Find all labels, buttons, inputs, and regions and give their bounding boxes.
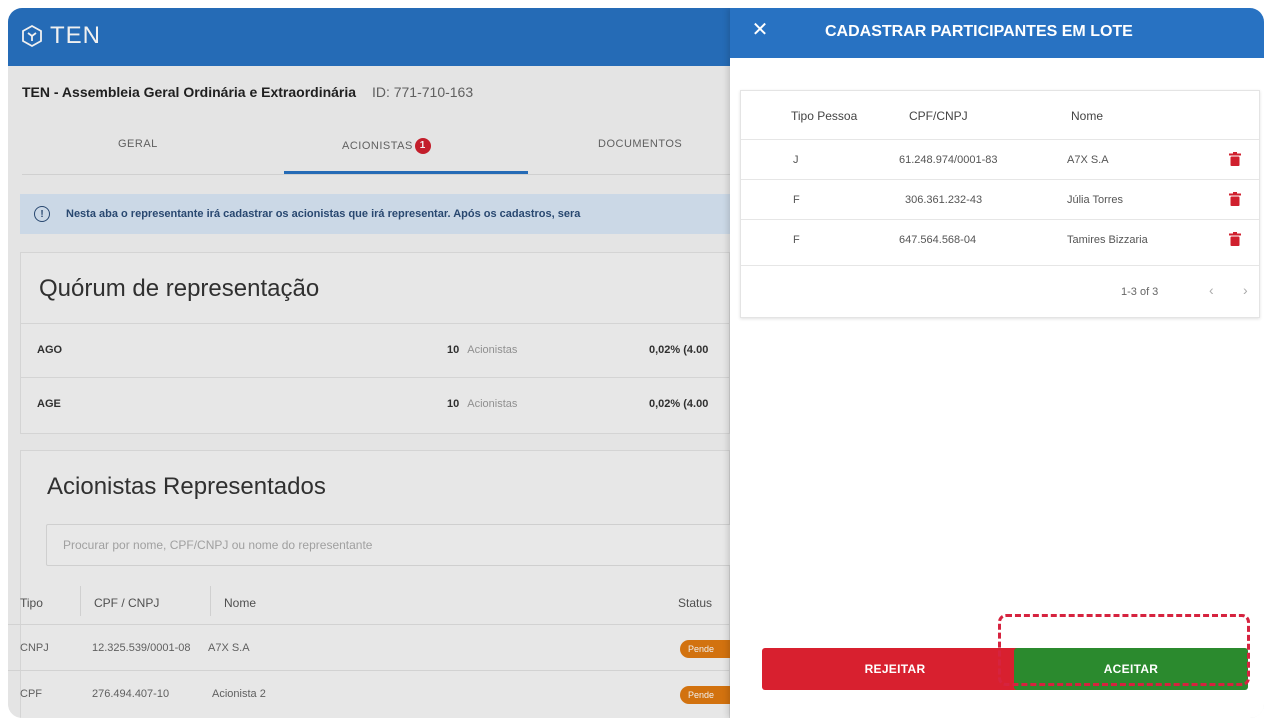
cell-nome: Júlia Torres: [1067, 194, 1124, 206]
column-header-cpf-cnpj[interactable]: CPF/CNPJ: [909, 109, 968, 123]
cell-tipo: F: [793, 234, 800, 246]
cell-nome: Tamires Bizzaria: [1067, 234, 1148, 246]
table-row: J 61.248.974/0001-83 A7X S.A: [741, 139, 1259, 180]
background-page: TEN TEN - Assembleia Geral Ordinária e E…: [8, 8, 730, 718]
table-row: F 306.361.232-43 Júlia Torres: [741, 179, 1259, 220]
app-frame: TEN TEN - Assembleia Geral Ordinária e E…: [8, 8, 1264, 718]
trash-icon[interactable]: [1229, 232, 1241, 246]
modal-overlay[interactable]: [8, 8, 730, 718]
reject-button[interactable]: REJEITAR: [762, 648, 1028, 690]
cell-tipo: F: [793, 194, 800, 206]
table-row: F 647.564.568-04 Tamires Bizzaria: [741, 219, 1259, 260]
chevron-left-icon[interactable]: ‹: [1209, 282, 1214, 298]
trash-icon[interactable]: [1229, 152, 1241, 166]
accept-highlight-box: [998, 614, 1250, 686]
batch-register-drawer: ✕ CADASTRAR PARTICIPANTES EM LOTE Tipo P…: [730, 8, 1264, 718]
cell-nome: A7X S.A: [1067, 154, 1109, 166]
cell-doc: 61.248.974/0001-83: [899, 154, 998, 166]
cell-tipo: J: [793, 154, 799, 166]
cell-doc: 647.564.568-04: [899, 234, 977, 246]
participants-table: Tipo Pessoa CPF/CNPJ Nome J 61.248.974/0…: [740, 90, 1260, 318]
chevron-right-icon[interactable]: ›: [1243, 282, 1248, 298]
drawer-title: CADASTRAR PARTICIPANTES EM LOTE: [825, 23, 1133, 40]
pagination: 1-3 of 3 ‹ ›: [741, 265, 1259, 318]
drawer-header: ✕ CADASTRAR PARTICIPANTES EM LOTE: [730, 8, 1264, 58]
pagination-range: 1-3 of 3: [1121, 286, 1159, 298]
column-header-tipo-pessoa[interactable]: Tipo Pessoa: [791, 109, 857, 123]
trash-icon[interactable]: [1229, 192, 1241, 206]
column-header-nome[interactable]: Nome: [1071, 109, 1103, 123]
close-icon[interactable]: ✕: [748, 18, 772, 42]
cell-doc: 306.361.232-43: [905, 194, 983, 206]
